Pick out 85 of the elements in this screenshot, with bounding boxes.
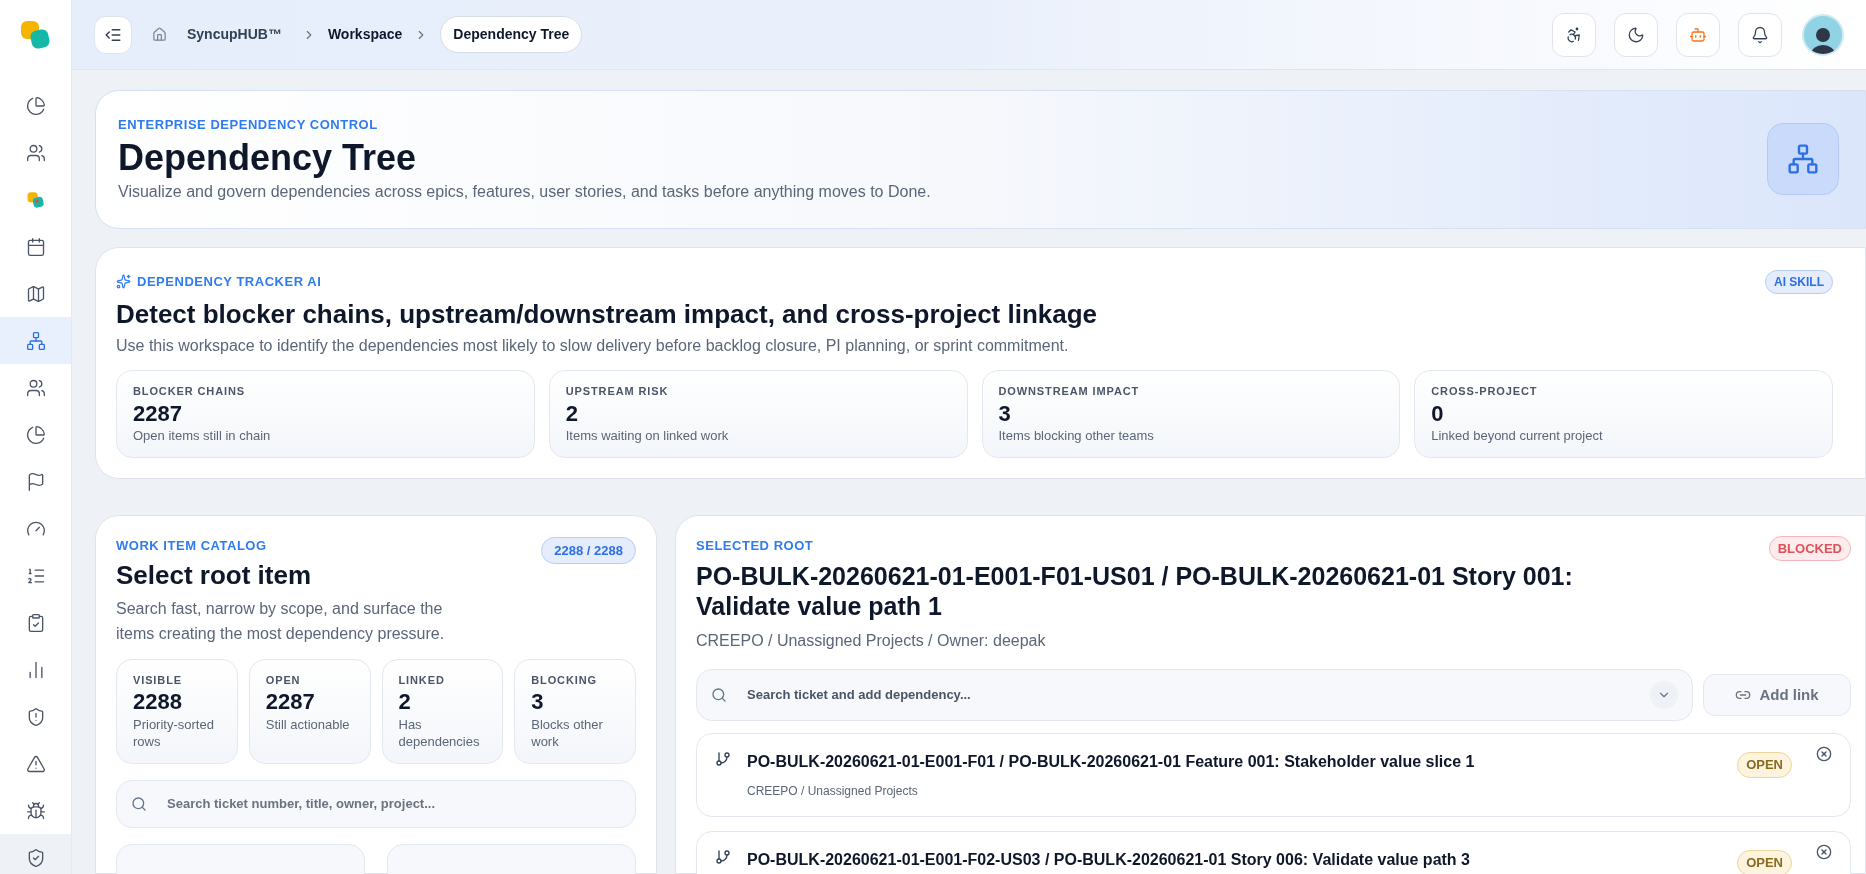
stat-label: VISIBLE	[133, 672, 183, 688]
section-subtitle: Search fast, narrow by scope, and surface the items creating the most dependency pressure.	[116, 598, 446, 645]
stat-label: BLOCKER CHAINS	[133, 384, 246, 399]
stat-value: 2287	[133, 399, 183, 427]
eyebrow-text: SELECTED ROOT	[696, 536, 815, 555]
accessibility-button[interactable]	[1552, 12, 1596, 57]
assistant-button[interactable]	[1676, 12, 1720, 57]
stat-value: 2287	[265, 688, 316, 716]
breadcrumb-link[interactable]: Dependency Tree	[440, 16, 583, 53]
map-icon	[25, 283, 46, 304]
dependency-title: PO-BULK-20260621-01-E001-F02-US03 / PO-BULK-20260621-01 Story 006: Validate value path 3	[747, 850, 1471, 871]
stat-note: Items waiting on linked work	[565, 427, 730, 445]
collapse-sidebar-button[interactable]	[94, 15, 132, 54]
breadcrumb-link[interactable]: SyncupHUB™	[187, 24, 282, 45]
root-meta: CREEPO / Unassigned Projects / Owner: deepak	[696, 631, 1047, 652]
stat-label: BLOCKING	[531, 672, 598, 688]
status-badge: BLOCKED	[1768, 535, 1851, 562]
branch-icon	[715, 849, 731, 866]
stat-note: Has dependencies	[398, 715, 481, 751]
stat-value: 2288	[133, 688, 183, 716]
stat-note: Blocks other work	[531, 715, 604, 751]
breadcrumb-link[interactable]: Workspace	[327, 24, 403, 45]
stat-label: UPSTREAM RISK	[565, 384, 670, 399]
home-icon	[152, 27, 167, 42]
dependency-row[interactable]: PO-BULK-20260621-01-E001-F01 / PO-BULK-20260621-01 Feature 001: Stakeholder value slice 1 CREEPO / Unassigned Projects OPEN	[696, 733, 1851, 818]
pie-chart-icon	[25, 424, 46, 445]
calendar-icon	[25, 236, 46, 257]
stat-note: Linked beyond current project	[1431, 427, 1604, 445]
dependency-search-field[interactable]: Search ticket and add dependency...	[696, 669, 1693, 722]
stat-note: Priority-sorted rows	[133, 715, 215, 751]
status-badge: OPEN	[1737, 752, 1792, 778]
dependency-meta: CREEPO / Unassigned Projects	[747, 783, 919, 801]
status-badge: OPEN	[1737, 850, 1792, 874]
dark-mode-button[interactable]	[1614, 12, 1658, 57]
stat-value: 2	[565, 399, 579, 427]
root-title: PO-BULK-20260621-01-E001-F01-US01 / PO-BULK-20260621-01 Story 001: Validate value path 1	[696, 561, 1574, 622]
stat-note: Open items still in chain	[133, 427, 272, 445]
stat-label: OPEN	[265, 672, 302, 688]
stat-value: 3	[531, 688, 545, 716]
sparkles-icon	[116, 274, 131, 289]
remove-icon[interactable]	[1816, 746, 1832, 763]
pie-chart-icon	[25, 95, 46, 116]
page-title: Dependency Tree	[118, 135, 418, 180]
eyebrow-text: DEPENDENCY TRACKER AI	[137, 272, 322, 291]
stat-value: 0	[1431, 399, 1445, 427]
remove-icon[interactable]	[1816, 844, 1832, 861]
accessibility-icon	[1565, 25, 1583, 44]
stat-label: CROSS-PROJECT	[1431, 384, 1539, 399]
search-icon	[711, 687, 727, 704]
eyebrow-text: WORK ITEM CATALOG	[116, 536, 268, 555]
add-link-button[interactable]: Add link	[1703, 674, 1851, 717]
stat-label: LINKED	[398, 672, 446, 688]
stat-label: DOWNSTREAM IMPACT	[998, 384, 1141, 399]
section-subtitle: Use this workspace to identify the dependencies most likely to slow delivery before backlog closure, PI planning, or sprint commitment.	[116, 336, 1070, 356]
dependency-row[interactable]: PO-BULK-20260621-01-E001-F02-US03 / PO-BULK-20260621-01 Story 006: Validate value path 3 OPEN	[696, 831, 1851, 874]
stat-value: 3	[998, 399, 1012, 427]
robot-icon	[1689, 25, 1707, 44]
stat-value: 2	[398, 688, 412, 716]
branch-icon	[715, 751, 731, 768]
count-badge: 2288 / 2288	[541, 536, 636, 565]
search-icon	[131, 795, 147, 812]
section-title: Detect blocker chains, upstream/downstream impact, and cross-project linkage	[116, 297, 1099, 330]
bell-icon	[1751, 25, 1769, 44]
page-subtitle: Visualize and govern dependencies across epics, features, user stories, and tasks before anything moves to Done.	[118, 181, 932, 202]
moon-icon	[1627, 25, 1645, 44]
sidebar-item[interactable]	[0, 834, 71, 874]
app-logo-icon	[26, 190, 45, 209]
skill-badge: AI SKILL	[1765, 269, 1833, 294]
avatar[interactable]	[1802, 13, 1844, 56]
search-input[interactable]: Search ticket number, title, owner, project...	[167, 794, 621, 814]
search-field[interactable]: Search ticket number, title, owner, project...	[116, 779, 636, 828]
stat-note: Items blocking other teams	[998, 427, 1155, 445]
section-title: Select root item	[116, 559, 313, 592]
users-icon	[25, 377, 46, 398]
dependency-title: PO-BULK-20260621-01-E001-F01 / PO-BULK-20260621-01 Feature 001: Stakeholder value slice 1	[747, 752, 1476, 773]
hierarchy-icon	[1767, 123, 1839, 196]
app-logo-icon	[19, 19, 52, 51]
notifications-button[interactable]	[1738, 12, 1782, 57]
bug-icon	[25, 800, 46, 821]
hierarchy-icon	[25, 330, 46, 351]
users-icon	[25, 142, 46, 163]
eyebrow-text: ENTERPRISE DEPENDENCY CONTROL	[118, 116, 379, 134]
stat-note: Still actionable	[265, 715, 351, 734]
warning-icon	[25, 753, 46, 774]
dependency-search-input[interactable]: Search ticket and add dependency...	[747, 685, 1630, 705]
